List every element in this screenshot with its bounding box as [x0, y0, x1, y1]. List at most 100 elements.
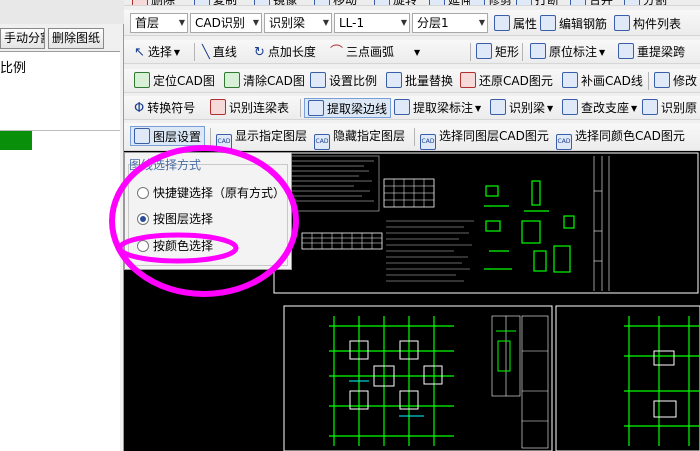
chevron-down-icon: ▼: [252, 18, 259, 27]
toolbar-row-selectors: 首层 ▼ CAD识别 ▼ 识别梁 ▼ LL-1 ▼ 分层1 ▼ 属性 编辑钢筋 构件列表: [124, 10, 700, 36]
move-icon: [314, 0, 330, 5]
component-type-select[interactable]: 识别梁 ▼: [264, 13, 332, 33]
toolbar-separator: [300, 99, 301, 117]
radio-button-checked-icon[interactable]: [137, 213, 149, 225]
support-icon: [562, 99, 578, 115]
show-layer-button[interactable]: CAD 显示指定图层: [216, 126, 307, 150]
list-selected-row[interactable]: [0, 131, 32, 150]
rectangle-icon: [476, 43, 492, 59]
edit-rebar-button[interactable]: 编辑钢筋: [540, 14, 607, 34]
span-icon: [618, 43, 634, 59]
layer-select[interactable]: 分层1 ▼: [412, 13, 488, 33]
line-button[interactable]: ╲ 直线: [202, 42, 237, 62]
toolbar-row-draw: ↖ 选择 ▼ ╲ 直线 ↻ 点加长度 ⌒ 三点画弧 ▼ 矩形 原位标注 ▼ 重提梁跨: [124, 40, 700, 64]
modify-icon: [654, 72, 670, 88]
toolbar-row-cad-ops: 定位CAD图 清除CAD图 设置比例 批量替换 还原CAD图元 补画CAD线 修…: [124, 69, 700, 93]
restore-icon: [460, 72, 476, 88]
break-icon: [516, 0, 532, 5]
toolbar-separator: [414, 128, 415, 146]
hide-layer-button[interactable]: CAD 隐藏指定图层: [314, 126, 405, 150]
select-button[interactable]: ↖ 选择 ▼: [134, 42, 180, 62]
layers-icon: [134, 128, 150, 144]
toolbar-separator: [470, 43, 471, 61]
radio-button-icon[interactable]: [137, 240, 149, 252]
convert-symbol-button[interactable]: Φ 转换符号: [134, 98, 195, 118]
radio-option-by-color[interactable]: 按颜色选择: [137, 237, 213, 255]
properties-button[interactable]: 属性: [494, 14, 537, 34]
check-support-button[interactable]: 查改支座 ▼: [562, 98, 637, 118]
cad-color-icon: CAD: [556, 134, 572, 150]
component-name-select[interactable]: LL-1 ▼: [334, 13, 410, 33]
layer-settings-button[interactable]: 图层设置: [130, 126, 206, 146]
break-button[interactable]: 打断: [516, 0, 559, 5]
recognize-icon: [490, 99, 506, 115]
radio-option-shortcut[interactable]: 快捷键选择（原有方式）: [137, 184, 285, 202]
extend-icon: [429, 0, 445, 5]
recognize-original-button[interactable]: 识别原: [642, 98, 697, 118]
batch-replace-button[interactable]: 批量替换: [386, 71, 453, 91]
select-same-layer-button[interactable]: CAD 选择同图层CAD图元: [420, 126, 549, 150]
delete-drawing-button[interactable]: 删除图纸: [48, 28, 104, 49]
restore-cad-button[interactable]: 还原CAD图元: [460, 71, 553, 91]
redraw-icon: [562, 72, 578, 88]
point-length-icon: ↻: [254, 45, 265, 60]
beam-edge-icon: [308, 100, 324, 116]
floor-select[interactable]: 首层 ▼: [130, 13, 188, 33]
point-add-length-button[interactable]: ↻ 点加长度: [254, 42, 316, 62]
cad-layer-icon: CAD: [420, 134, 436, 150]
left-panel-header: [0, 0, 124, 24]
line-icon: ╲: [202, 45, 210, 60]
set-scale-button[interactable]: 设置比例: [310, 71, 377, 91]
table-icon: [210, 99, 226, 115]
radio-option-by-layer[interactable]: 按图层选择: [137, 210, 213, 228]
beam-label-icon: [394, 99, 410, 115]
component-list-button[interactable]: 构件列表: [614, 14, 681, 34]
clear-cad-button[interactable]: 清除CAD图: [224, 71, 305, 91]
extend-button[interactable]: 延伸: [429, 0, 472, 5]
toolbar-separator: [648, 72, 649, 90]
replace-icon: [386, 72, 402, 88]
locate-icon: [134, 72, 150, 88]
left-panel: 手动分割 删除图纸 比例: [0, 0, 124, 451]
re-extract-span-button[interactable]: 重提梁跨: [618, 42, 685, 62]
move-button[interactable]: 移动: [314, 0, 357, 5]
chevron-down-icon: ▼: [414, 48, 421, 57]
copy-button[interactable]: 复制: [194, 0, 237, 5]
recognize-beam-button[interactable]: 识别梁 ▼: [490, 98, 553, 118]
extract-beam-label-button[interactable]: 提取梁标注 ▼: [394, 98, 481, 118]
chevron-down-icon: ▼: [599, 48, 606, 57]
drawing-list[interactable]: 比例: [0, 51, 120, 451]
rotate-icon: [374, 0, 390, 5]
copy-icon: [194, 0, 210, 5]
properties-icon: [494, 15, 510, 31]
list-header-scale: 比例: [0, 61, 27, 76]
cursor-icon: ↖: [134, 45, 145, 60]
delete-button[interactable]: 删除: [132, 0, 175, 5]
extract-beam-edge-button[interactable]: 提取梁边线: [304, 98, 392, 118]
dialog-title: 图线选择方式: [129, 158, 202, 172]
trim-button[interactable]: 修剪: [469, 0, 512, 5]
modify-button[interactable]: 修改: [654, 71, 697, 91]
split-button[interactable]: 分割: [624, 0, 667, 5]
merge-button[interactable]: 合并: [570, 0, 613, 5]
cad-hide-icon: CAD: [314, 134, 330, 150]
mirror-button[interactable]: 镜像: [254, 0, 297, 5]
chevron-down-icon: ▼: [631, 104, 638, 113]
category-select[interactable]: CAD识别 ▼: [190, 13, 262, 33]
rectangle-button[interactable]: 矩形: [476, 42, 519, 62]
redraw-cad-line-button[interactable]: 补画CAD线: [562, 71, 643, 91]
recognize-original-icon: [642, 99, 658, 115]
radio-button-icon[interactable]: [137, 187, 149, 199]
three-point-arc-button[interactable]: ⌒ 三点画弧 ▼: [330, 42, 420, 62]
recognize-link-table-button[interactable]: 识别连梁表: [210, 98, 289, 118]
rotate-button[interactable]: 旋转: [374, 0, 417, 5]
manual-split-button[interactable]: 手动分割: [0, 28, 45, 49]
chevron-down-icon: ▼: [322, 18, 329, 27]
toolbar-row-layers: 图层设置 CAD 显示指定图层 CAD 隐藏指定图层 CAD 选择同图层CAD图元 C…: [124, 123, 700, 151]
original-position-label-button[interactable]: 原位标注 ▼: [530, 42, 605, 62]
toolbar-separator: [210, 128, 211, 146]
toolbar-row-recognize: Φ 转换符号 识别连梁表 提取梁边线 提取梁标注 ▼ 识别梁 ▼ 查改支座 ▼ 识别原: [124, 96, 700, 120]
locate-cad-button[interactable]: 定位CAD图: [134, 71, 215, 91]
select-same-color-button[interactable]: CAD 选择同颜色CAD图元: [556, 126, 685, 150]
delete-icon: [132, 0, 148, 5]
